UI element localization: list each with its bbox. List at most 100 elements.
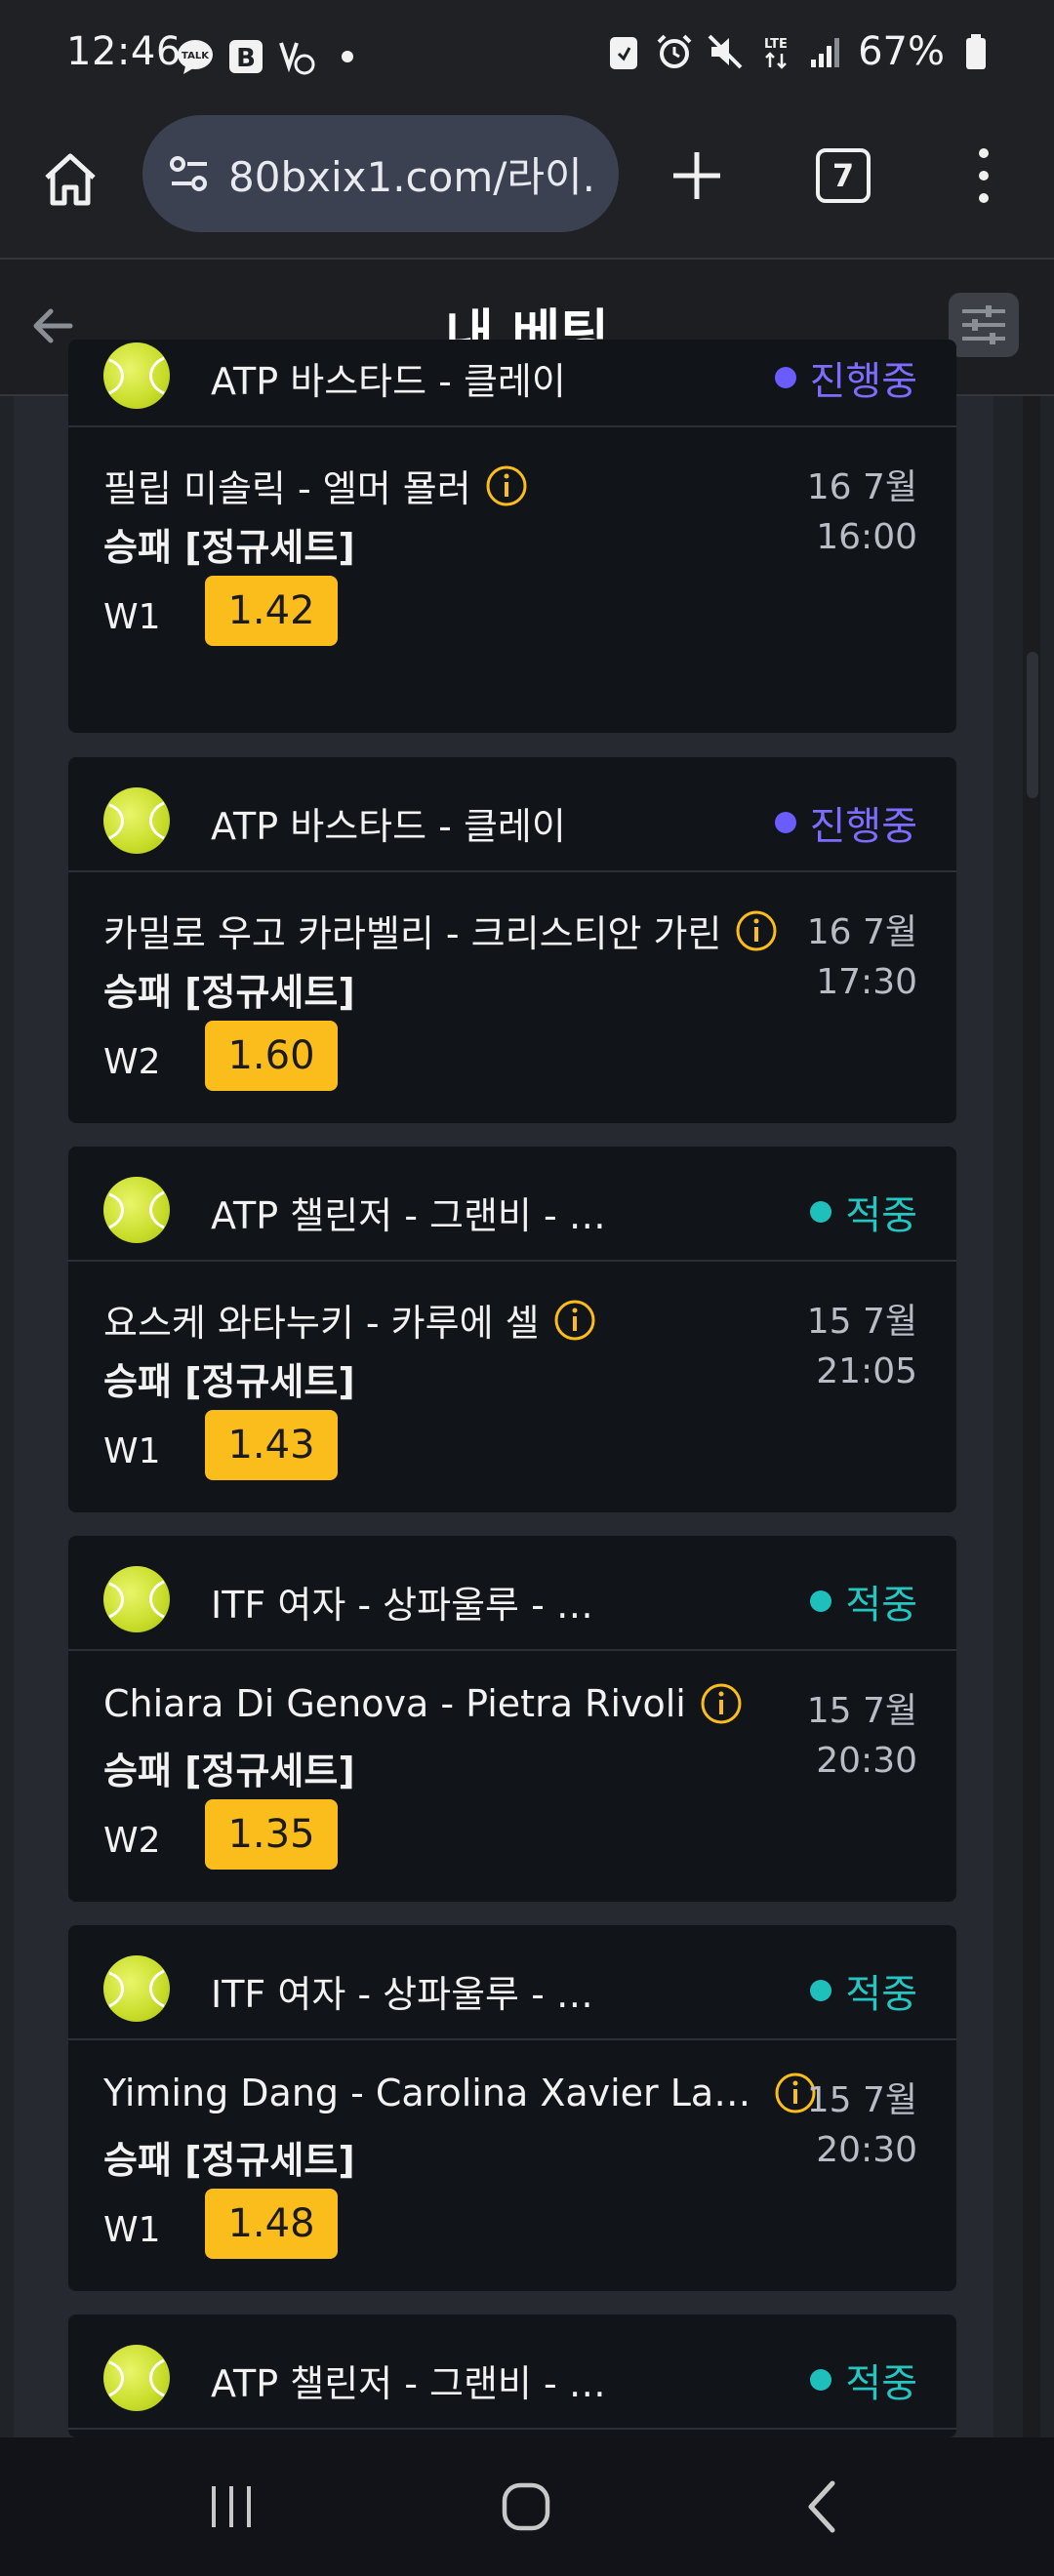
- card-header: ITF 여자 - 상파울루 - … 적중: [68, 1536, 956, 1651]
- signal-icon: [807, 32, 846, 71]
- bet-pick: W2: [103, 1821, 161, 1861]
- card-body: 필립 미솔릭 - 엘머 묠러 16 7월 16:00 승패 [정규세트] W1 …: [68, 429, 956, 678]
- tennis-ball-icon: [103, 1955, 170, 2022]
- match-name: 요스케 와타누키 - 카루에 셀: [103, 1293, 596, 1347]
- odds-badge: 1.43: [205, 1410, 338, 1480]
- info-icon[interactable]: [553, 1299, 596, 1342]
- odds-badge: 1.60: [205, 1021, 338, 1091]
- status-label: 적중: [845, 1583, 917, 1628]
- home-icon: [45, 153, 96, 206]
- status-dot: [810, 1980, 832, 2001]
- svg-text:LTE: LTE: [764, 37, 788, 52]
- odds-badge: 1.48: [205, 2189, 338, 2259]
- new-tab-button[interactable]: [662, 141, 732, 211]
- bet-pick: W1: [103, 1431, 161, 1471]
- info-icon[interactable]: [700, 1682, 743, 1725]
- more-menu-button[interactable]: [966, 141, 1001, 211]
- bet-card[interactable]: ITF 여자 - 상파울루 - … 적중 Yiming Dang - Carol…: [68, 1925, 956, 2291]
- bet-time: 20:30: [816, 1741, 917, 1781]
- bet-card[interactable]: ITF 여자 - 상파울루 - … 적중 Chiara Di Genova - …: [68, 1536, 956, 1902]
- league-name: ATP 챌린저 - 그랜비 - …: [211, 2362, 606, 2405]
- dot-icon: [328, 37, 367, 76]
- bet-market: 승패 [정규세트]: [103, 1360, 355, 1403]
- tennis-ball-icon: [103, 342, 170, 409]
- status-label: 적중: [845, 1193, 917, 1238]
- plus-icon: [673, 152, 720, 199]
- card-header: ATP 챌린저 - 그랜비 - … 적중: [68, 2314, 956, 2430]
- match-text: 필립 미솔릭 - 엘머 묠러: [103, 467, 471, 510]
- home-button[interactable]: [35, 144, 105, 215]
- league-name: ATP 바스타드 - 클레이: [211, 805, 566, 848]
- recents-button[interactable]: [197, 2473, 265, 2541]
- scrollbar-thumb[interactable]: [1027, 652, 1038, 798]
- url-text[interactable]: 80bxix1.com/라이.: [228, 144, 595, 204]
- b-icon: B: [226, 37, 265, 76]
- status-right: LTE 67%: [604, 29, 995, 74]
- odds-badge: 1.42: [205, 576, 338, 646]
- odds-badge: 1.35: [205, 1799, 338, 1870]
- match-name: Yiming Dang - Carolina Xavier La…: [103, 2072, 817, 2114]
- card-body: 요스케 와타누키 - 카루에 셀 15 7월 21:05 승패 [정규세트] W…: [68, 1264, 956, 1512]
- back-nav-button[interactable]: [789, 2473, 857, 2541]
- status-label: 진행중: [809, 804, 917, 849]
- card-header: ITF 여자 - 상파울루 - … 적중: [68, 1925, 956, 2040]
- menu-dot: [979, 148, 989, 158]
- league-name: ITF 여자 - 상파울루 - …: [211, 1584, 593, 1627]
- clipboard-icon: [604, 32, 643, 71]
- menu-dot: [979, 171, 989, 181]
- svg-text:TALK: TALK: [182, 51, 210, 61]
- alarm-icon: [655, 32, 694, 71]
- bet-date: 15 7월: [806, 1691, 917, 1731]
- status-label: 진행중: [809, 359, 917, 404]
- tennis-ball-icon: [103, 2345, 170, 2411]
- bet-time: 17:30: [816, 962, 917, 1002]
- bet-card[interactable]: ATP 챌린저 - 그랜비 - … 적중 요스케 와타누키 - 카루에 셀 15…: [68, 1147, 956, 1512]
- bet-card[interactable]: ATP 바스타드 - 클레이 진행중 카밀로 우고 카라벨리 - 크리스티안 가…: [68, 757, 956, 1123]
- chevron-left-icon: [808, 2480, 835, 2533]
- status-bar: 12:46 TALK B LTE 67%: [0, 0, 1054, 115]
- card-header: ATP 바스타드 - 클레이 진행중: [68, 757, 956, 872]
- talk-icon: TALK: [176, 37, 215, 76]
- league-name: ITF 여자 - 상파울루 - …: [211, 1973, 593, 2016]
- tennis-ball-icon: [103, 1177, 170, 1243]
- match-text: Yiming Dang - Carolina Xavier La…: [103, 2072, 751, 2114]
- vpn-icon: [277, 37, 316, 76]
- league-name: ATP 챌린저 - 그랜비 - …: [211, 1194, 606, 1237]
- tennis-ball-icon: [103, 1566, 170, 1632]
- browser-toolbar: 80bxix1.com/라이. 7: [0, 115, 1054, 258]
- info-icon[interactable]: [485, 464, 528, 507]
- battery-icon: [956, 32, 995, 71]
- card-header: ATP 챌린저 - 그랜비 - … 적중: [68, 1147, 956, 1262]
- status-dot: [774, 812, 796, 833]
- status-dot: [810, 1590, 832, 1612]
- card-header: ATP 바스타드 - 클레이 진행중: [68, 340, 956, 427]
- tab-switcher-button[interactable]: 7: [816, 148, 871, 203]
- bet-card[interactable]: ATP 챌린저 - 그랜비 - … 적중: [68, 2314, 956, 2437]
- recents-icon: [212, 2486, 251, 2527]
- bet-time: 16:00: [816, 517, 917, 557]
- site-settings-icon[interactable]: [168, 152, 211, 195]
- info-icon[interactable]: [735, 909, 778, 952]
- bet-card[interactable]: ATP 바스타드 - 클레이 진행중 필립 미솔릭 - 엘머 묠러 16 7월 …: [68, 340, 956, 733]
- match-name: 필립 미솔릭 - 엘머 묠러: [103, 459, 528, 512]
- address-bar[interactable]: 80bxix1.com/라이.: [142, 115, 619, 232]
- bet-market: 승패 [정규세트]: [103, 2139, 355, 2182]
- bet-market: 승패 [정규세트]: [103, 526, 355, 569]
- match-name: 카밀로 우고 카라벨리 - 크리스티안 가린: [103, 904, 778, 957]
- bet-status: 적중: [810, 1573, 917, 1630]
- bet-pick: W2: [103, 1042, 161, 1082]
- card-body: Chiara Di Genova - Pietra Rivoli 15 7월 2…: [68, 1653, 956, 1902]
- bet-date: 15 7월: [806, 1302, 917, 1342]
- match-name: Chiara Di Genova - Pietra Rivoli: [103, 1682, 743, 1725]
- bet-date: 16 7월: [806, 912, 917, 952]
- card-body: Yiming Dang - Carolina Xavier La… 15 7월 …: [68, 2042, 956, 2291]
- lte-icon: LTE: [756, 32, 795, 71]
- home-nav-button[interactable]: [492, 2473, 560, 2541]
- filter-button[interactable]: [949, 293, 1019, 357]
- bet-pick: W1: [103, 2210, 161, 2250]
- bet-status: 진행중: [774, 794, 917, 851]
- bet-date: 16 7월: [806, 467, 917, 507]
- tennis-ball-icon: [103, 787, 170, 854]
- bet-pick: W1: [103, 597, 161, 637]
- status-dot: [774, 367, 796, 388]
